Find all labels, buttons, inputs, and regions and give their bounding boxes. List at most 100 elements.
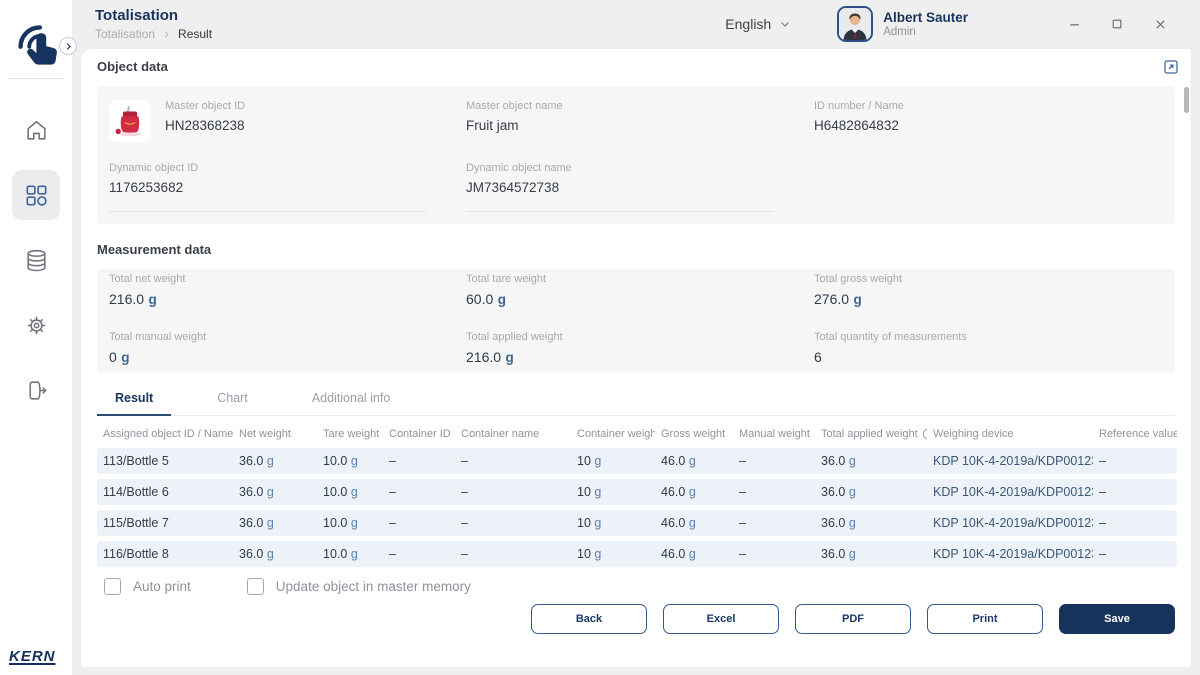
field-value: 60.0 <box>466 291 493 307</box>
language-selector[interactable]: English <box>725 16 791 32</box>
tab-additional-info[interactable]: Additional info <box>294 387 409 416</box>
table-header: Assigned object ID / NameNet weightTare … <box>97 428 1177 440</box>
field-unit: g <box>121 350 129 365</box>
measurement-field: Total tare weight 60.0 g <box>466 273 814 309</box>
auto-print-option[interactable]: Auto print <box>104 578 191 595</box>
cell-net: 36.0 g <box>233 516 317 530</box>
table-row[interactable]: 116/Bottle 836.0 g10.0 g––10 g46.0 g–36.… <box>97 541 1177 567</box>
expand-panel-button[interactable] <box>1162 58 1180 76</box>
field-label: ID number / Name <box>814 100 1163 112</box>
field-value: 216.0 <box>466 349 501 365</box>
print-button[interactable]: Print <box>927 604 1043 634</box>
cell-net: 36.0 g <box>233 547 317 561</box>
cell-container_id: – <box>383 516 455 530</box>
topbar: Totalisation Totalisation Result English <box>72 0 1200 48</box>
cell-container_weight: 10 g <box>571 454 655 468</box>
cell-applied: 36.0 g <box>815 516 927 530</box>
field-label: Master object ID <box>165 100 245 112</box>
field-value: 216.0 <box>109 291 144 307</box>
tab-result[interactable]: Result <box>97 387 171 416</box>
tab-bar: Result Chart Additional info <box>97 387 1175 416</box>
cell-container_id: – <box>383 454 455 468</box>
field-label: Total applied weight <box>466 331 814 343</box>
apps-grid-icon <box>24 183 49 208</box>
field-label: Total tare weight <box>466 273 814 285</box>
table-row[interactable]: 114/Bottle 636.0 g10.0 g––10 g46.0 g–36.… <box>97 479 1177 505</box>
update-master-memory-option[interactable]: Update object in master memory <box>247 578 471 595</box>
sidebar-item-apps[interactable] <box>12 170 60 220</box>
breadcrumb: Totalisation Result <box>95 27 212 41</box>
pdf-button[interactable]: PDF <box>795 604 911 634</box>
expand-icon <box>1162 58 1180 76</box>
cell-net: 36.0 g <box>233 485 317 499</box>
avatar <box>837 6 873 42</box>
close-button[interactable] <box>1152 16 1168 32</box>
breadcrumb-parent[interactable]: Totalisation <box>95 27 155 41</box>
cell-id_name: 113/Bottle 5 <box>97 454 233 468</box>
cell-tare: 10.0 g <box>317 547 383 561</box>
cell-gross: 46.0 g <box>655 485 733 499</box>
save-button[interactable]: Save <box>1059 604 1175 634</box>
close-icon <box>1153 17 1168 32</box>
user-menu[interactable]: Albert Sauter Admin <box>837 6 968 42</box>
column-header-applied: Total applied weight <box>815 428 927 440</box>
back-button[interactable]: Back <box>531 604 647 634</box>
master-object-id-value: HN28368238 <box>165 118 245 133</box>
field-label: Total net weight <box>109 273 466 285</box>
sidebar-item-home[interactable] <box>12 105 60 155</box>
field-label: Total gross weight <box>814 273 1163 285</box>
cell-id_name: 114/Bottle 6 <box>97 485 233 499</box>
measurement-field: Total manual weight 0 g <box>109 331 466 367</box>
sidebar-divider <box>9 78 63 79</box>
auto-print-checkbox[interactable] <box>104 578 121 595</box>
tab-chart[interactable]: Chart <box>199 387 266 416</box>
field-label: Dynamic object ID <box>109 162 426 174</box>
app-logo <box>9 12 63 66</box>
logout-icon <box>24 378 49 403</box>
cell-tare: 10.0 g <box>317 485 383 499</box>
cell-net: 36.0 g <box>233 454 317 468</box>
home-icon <box>24 118 49 143</box>
table-row[interactable]: 113/Bottle 536.0 g10.0 g––10 g46.0 g–36.… <box>97 448 1177 474</box>
field-value: 0 <box>109 349 117 365</box>
maximize-button[interactable] <box>1109 16 1125 32</box>
cell-manual: – <box>733 454 815 468</box>
field-unit: g <box>498 292 506 307</box>
sidebar-item-database[interactable] <box>12 235 60 285</box>
sidebar: KERN <box>0 0 72 675</box>
id-number-value: H6482864832 <box>814 118 1163 133</box>
cell-reference: – <box>1093 516 1177 530</box>
checkbox-label: Auto print <box>133 579 191 594</box>
sidebar-item-settings[interactable] <box>12 300 60 350</box>
user-photo <box>839 8 871 40</box>
cell-applied: 36.0 g <box>815 547 927 561</box>
excel-button[interactable]: Excel <box>663 604 779 634</box>
cell-reference: – <box>1093 454 1177 468</box>
master-object-name-value: Fruit jam <box>466 118 814 133</box>
object-data-card: Master object ID HN28368238 Master objec… <box>97 86 1175 224</box>
cell-applied: 36.0 g <box>815 454 927 468</box>
field-label: Master object name <box>466 100 814 112</box>
cell-container_weight: 10 g <box>571 516 655 530</box>
minimize-button[interactable] <box>1066 16 1082 32</box>
column-header-manual: Manual weight <box>733 428 815 440</box>
cell-device: KDP 10K-4-2019a/KDP001232 <box>927 547 1093 561</box>
chevron-right-icon <box>64 42 73 51</box>
measurement-field: Total gross weight 276.0 g <box>814 273 1163 309</box>
scrollbar[interactable] <box>1184 87 1189 113</box>
measurement-field: Total applied weight 216.0 g <box>466 331 814 367</box>
user-role: Admin <box>883 26 968 38</box>
column-header-container_weight: Container weight <box>571 428 655 440</box>
cell-reference: – <box>1093 547 1177 561</box>
cell-manual: – <box>733 485 815 499</box>
table-row[interactable]: 115/Bottle 736.0 g10.0 g––10 g46.0 g–36.… <box>97 510 1177 536</box>
jam-jar-image <box>111 102 149 140</box>
cell-tare: 10.0 g <box>317 516 383 530</box>
cell-container_name: – <box>455 485 571 499</box>
sidebar-expand-button[interactable] <box>59 37 77 55</box>
sidebar-item-logout[interactable] <box>12 365 60 415</box>
database-icon <box>24 248 49 273</box>
update-master-memory-checkbox[interactable] <box>247 578 264 595</box>
cell-container_name: – <box>455 454 571 468</box>
measurement-data-title: Measurement data <box>97 242 1175 257</box>
